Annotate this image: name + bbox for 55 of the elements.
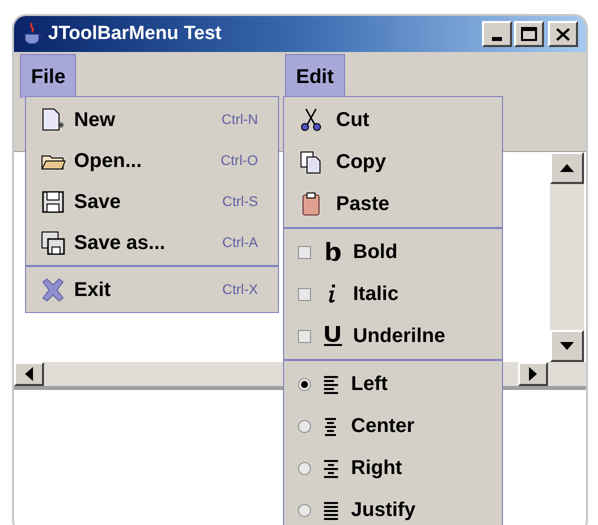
radio-button[interactable]	[298, 420, 311, 432]
shortcut-label: Ctrl-O	[220, 151, 258, 170]
x-shape-icon	[40, 276, 66, 302]
menu-item[interactable]: Underilne	[284, 315, 502, 357]
shortcut-label: Ctrl-S	[222, 192, 258, 211]
radio-button[interactable]	[298, 504, 311, 516]
menu-item[interactable]: New Ctrl-N	[26, 99, 278, 140]
shortcut-label: Ctrl-X	[222, 280, 258, 299]
menu-title[interactable]: Edit	[285, 54, 345, 98]
scroll-up-button[interactable]	[550, 152, 584, 184]
menu-item[interactable]: Save as... Ctrl-A	[26, 222, 278, 263]
scroll-down-button[interactable]	[550, 330, 584, 362]
checkbox[interactable]	[298, 246, 311, 258]
menu-item[interactable]: Justify	[284, 489, 502, 525]
italic-i-icon	[328, 284, 338, 304]
align-right-icon	[321, 458, 341, 478]
down-arrow-icon	[560, 342, 574, 350]
align-left-icon	[321, 374, 341, 394]
menu-item[interactable]: Copy	[284, 141, 502, 183]
maximize-button[interactable]	[514, 21, 544, 47]
shortcut-label: Ctrl-N	[221, 110, 258, 129]
menu-item[interactable]: Open... Ctrl-O	[26, 140, 278, 181]
minimize-icon	[492, 37, 502, 41]
new-document-icon	[40, 106, 66, 132]
menu-item[interactable]: Cut	[284, 99, 502, 141]
menu-item[interactable]: Exit Ctrl-X	[26, 269, 278, 310]
radio-button[interactable]	[298, 462, 311, 474]
bold-b-icon	[325, 242, 341, 262]
close-button[interactable]	[548, 21, 578, 47]
shortcut-label: Ctrl-A	[222, 233, 258, 252]
close-icon	[556, 28, 570, 40]
minimize-button[interactable]	[482, 21, 512, 47]
menu-item[interactable]: Save Ctrl-S	[26, 181, 278, 222]
menu-item[interactable]: Paste	[284, 183, 502, 225]
checkbox[interactable]	[298, 330, 311, 342]
scroll-right-button[interactable]	[518, 362, 548, 386]
menu-title[interactable]: File	[20, 54, 76, 98]
underline-u-icon	[324, 326, 342, 346]
radio-button[interactable]	[298, 378, 311, 390]
justify-icon	[321, 500, 341, 520]
scissors-icon	[298, 107, 324, 133]
right-arrow-icon	[529, 367, 537, 381]
up-arrow-icon	[560, 164, 574, 172]
maximize-icon	[521, 27, 537, 41]
menu-item[interactable]: Bold	[284, 231, 502, 273]
menu-item[interactable]: Right	[284, 447, 502, 489]
menu-item[interactable]: Left	[284, 363, 502, 405]
floppy-disks-icon	[40, 230, 66, 256]
checkbox[interactable]	[298, 288, 311, 300]
scroll-left-button[interactable]	[14, 362, 44, 386]
coffee-cup-icon	[22, 21, 44, 47]
left-arrow-icon	[25, 367, 33, 381]
window-title: JToolBarMenu Test	[48, 22, 222, 46]
menu-item[interactable]: Italic	[284, 273, 502, 315]
menu-item[interactable]: Center	[284, 405, 502, 447]
